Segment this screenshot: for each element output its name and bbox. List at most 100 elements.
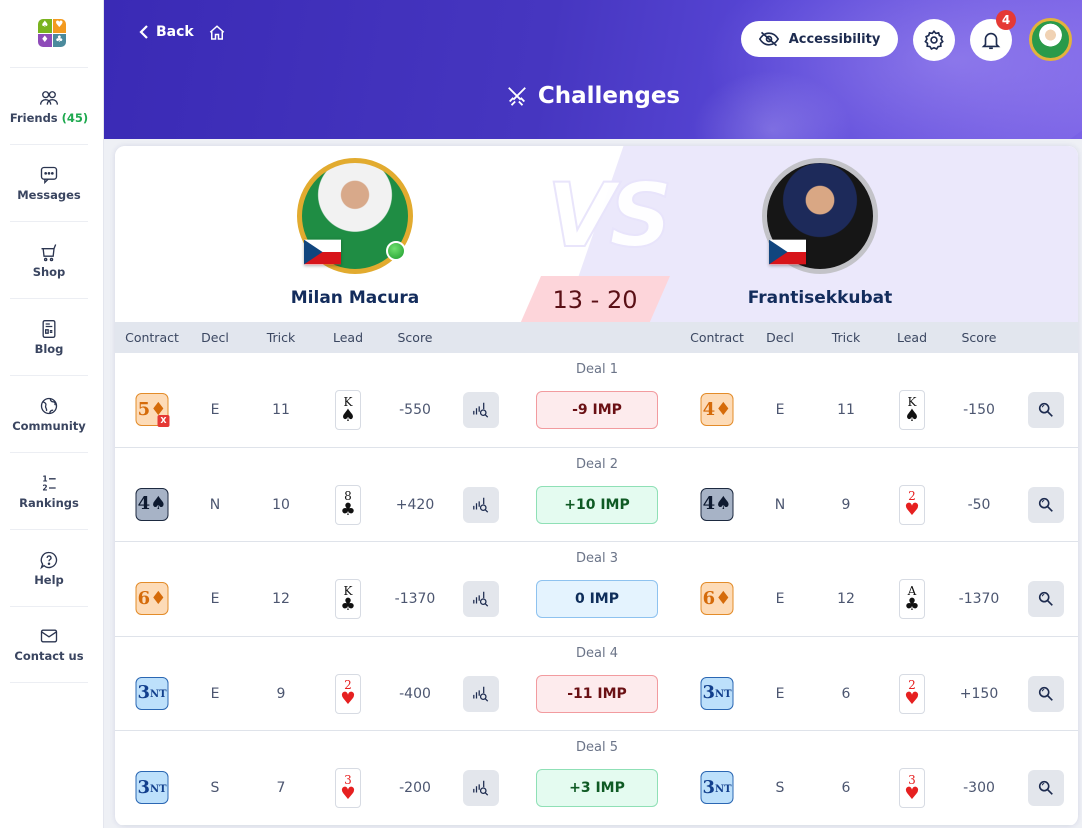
sidebar-item-friends[interactable]: Friends (45): [10, 67, 88, 144]
declarer: E: [775, 685, 785, 702]
contract-level: 4: [137, 493, 151, 514]
sidebar-item-label: Community: [12, 418, 86, 433]
deal-label: Deal 3: [576, 551, 618, 566]
czech-flag-icon: [769, 239, 806, 265]
globe-icon: [40, 397, 58, 414]
user-avatar[interactable]: [1029, 18, 1072, 61]
score: +150: [959, 685, 999, 702]
view-deal-button[interactable]: [1028, 392, 1064, 428]
chart-search-icon: [473, 591, 489, 607]
view-deal-button[interactable]: [1028, 581, 1064, 617]
contract-strain: NT: [714, 783, 732, 795]
header-banner: Back Challenges Accessibility 4: [104, 0, 1082, 139]
lead-card-suit-icon: ♥: [340, 783, 356, 804]
imp-result: -9 IMP: [536, 391, 658, 429]
player-left-name[interactable]: Milan Macura: [291, 288, 420, 308]
czech-flag-icon: [304, 239, 341, 265]
back-button[interactable]: Back: [138, 24, 194, 40]
declarer: N: [209, 496, 221, 513]
accessibility-button[interactable]: Accessibility: [741, 21, 898, 57]
chart-search-icon: [473, 780, 489, 796]
contract-badge: 5 ♦ X: [135, 393, 170, 427]
tricks: 7: [276, 780, 286, 796]
analyze-deal-button[interactable]: [463, 392, 499, 428]
sidebar-item-help[interactable]: Help: [10, 529, 88, 606]
player-right-avatar[interactable]: [762, 158, 878, 274]
spade-icon: ♠: [38, 19, 52, 33]
bell-icon: [981, 32, 1001, 50]
sidebar-item-label: Contact us: [14, 649, 84, 663]
analyze-deal-button[interactable]: [463, 675, 499, 712]
player-left: Milan Macura: [285, 158, 425, 308]
lead-card-suit-icon: ♣: [904, 594, 920, 615]
chevron-left-icon: [139, 25, 148, 39]
analyze-deal-button[interactable]: [463, 581, 499, 617]
contract-level: 6: [702, 587, 716, 609]
column-header-lead: Lead: [896, 330, 928, 345]
contract-strain: ♦: [715, 587, 732, 609]
sidebar-nav: Friends (45) Messages Shop Blog Communit…: [10, 67, 88, 683]
tricks: 12: [272, 591, 290, 607]
declarer: N: [774, 496, 786, 513]
column-header-decl: Decl: [766, 330, 794, 345]
contract-level: 3: [137, 682, 150, 703]
score: -1370: [958, 591, 1000, 607]
sidebar-item-blog[interactable]: Blog: [10, 298, 88, 375]
view-deal-button[interactable]: [1028, 486, 1064, 523]
score: -50: [967, 496, 991, 513]
column-header-trick: Trick: [831, 330, 861, 345]
sidebar-item-contact-us[interactable]: Contact us: [10, 606, 88, 683]
app-logo[interactable]: ♠ ♥ ♦ ♣: [38, 19, 66, 47]
sidebar-item-label: Friends: [9, 110, 58, 125]
sidebar-item-label: Messages: [17, 187, 81, 202]
score: -300: [963, 780, 995, 796]
player-left-avatar[interactable]: [297, 158, 413, 274]
lead-card: 2 ♥: [899, 484, 925, 525]
sidebar-item-shop[interactable]: Shop: [10, 221, 88, 298]
sidebar-item-label: Shop: [32, 264, 66, 279]
lead-card: 2 ♥: [335, 673, 361, 714]
settings-button[interactable]: [913, 19, 955, 61]
tricks: 6: [841, 685, 851, 702]
analyze-deal-button[interactable]: [463, 770, 499, 806]
lead-card-suit-icon: ♥: [904, 500, 920, 520]
versus-panel: VS Milan Macura 13 - 20 Frantisekkubat: [115, 146, 1078, 322]
contract-badge: 3 NT: [700, 771, 734, 804]
imp-result: +10 IMP: [536, 485, 658, 524]
view-deal-button[interactable]: [1028, 675, 1064, 712]
tricks: 11: [272, 402, 290, 418]
deal-row: Deal 2 4 ♠ N 10 8 ♣ +420 +10 IMP 4 ♠ N 9 2…: [115, 448, 1078, 542]
score: -200: [399, 780, 431, 796]
tricks: 9: [841, 496, 851, 513]
deal-label: Deal 5: [576, 740, 618, 755]
analyze-deal-button[interactable]: [463, 486, 499, 523]
lead-card: 3 ♥: [335, 768, 361, 808]
lead-card: 3 ♥: [899, 768, 925, 808]
cart-icon: [41, 243, 57, 261]
column-header-score: Score: [961, 330, 997, 345]
view-deal-button[interactable]: [1028, 770, 1064, 806]
lead-card-suit-icon: ♥: [904, 783, 920, 804]
deal-row: Deal 5 3 NT S 7 3 ♥ -200 +3 IMP 3 NT S 6 3…: [115, 731, 1078, 826]
lead-card: K ♣: [335, 579, 361, 619]
sidebar-item-label: Help: [34, 572, 64, 587]
help-icon: [40, 551, 58, 569]
sidebar-item-label: Blog: [34, 341, 64, 356]
contract-level: 3: [137, 776, 150, 798]
sidebar-item-community[interactable]: Community: [10, 375, 88, 452]
player-right: Frantisekkubat: [748, 158, 893, 308]
home-icon[interactable]: [208, 24, 226, 42]
sidebar-item-messages[interactable]: Messages: [10, 144, 88, 221]
diamond-icon: ♦: [38, 33, 52, 47]
lead-card-suit-icon: ♠: [904, 405, 920, 426]
contract-badge: 3 NT: [135, 771, 169, 804]
contract-level: 4: [702, 493, 716, 514]
tricks: 12: [837, 591, 855, 607]
svg-text:1: 1: [42, 474, 47, 483]
player-right-name[interactable]: Frantisekkubat: [748, 288, 893, 308]
friends-count: (45): [61, 110, 89, 125]
sidebar-item-rankings[interactable]: 12 Rankings: [10, 452, 88, 529]
blog-icon: [42, 319, 56, 338]
tricks: 10: [272, 496, 290, 513]
contract-badge: 4 ♠: [135, 487, 169, 521]
